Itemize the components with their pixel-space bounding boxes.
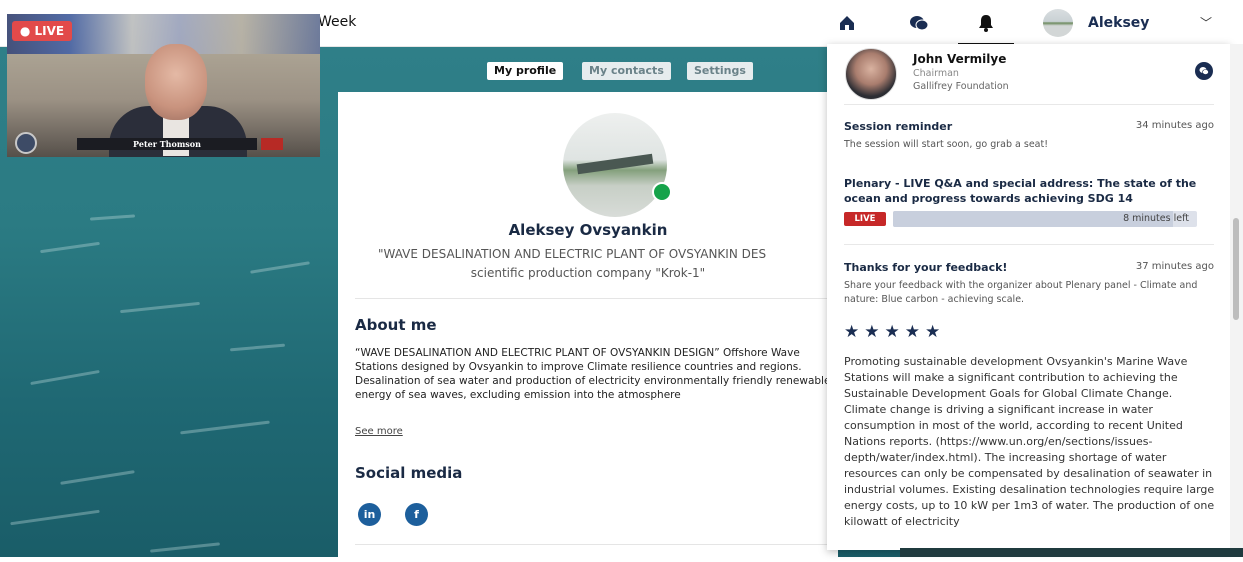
- avatar[interactable]: [1043, 9, 1073, 37]
- feedback-title: Thanks for your feedback!: [844, 261, 1008, 274]
- feedback-body: Share your feedback with the organizer a…: [844, 280, 1198, 305]
- scrollbar-thumb[interactable]: [1233, 218, 1239, 320]
- live-tag: LIVE: [844, 212, 886, 226]
- online-status-indicator: [652, 182, 672, 202]
- tab-my-contacts[interactable]: My contacts: [582, 62, 671, 80]
- contact-name[interactable]: John Vermilye: [913, 52, 1006, 66]
- speaker-nameplate: Peter Thomson: [77, 138, 257, 150]
- social-media-heading: Social media: [355, 464, 463, 482]
- user-name[interactable]: Aleksey: [1088, 15, 1149, 31]
- session-title-link[interactable]: Plenary - LIVE Q&A and special address: …: [844, 176, 1214, 206]
- profile-company: scientific production company "Krok-1": [470, 266, 706, 280]
- home-icon[interactable]: [836, 12, 858, 34]
- notifications-panel: John Vermilye Chairman Gallifrey Foundat…: [827, 44, 1230, 550]
- profile-picture: [563, 113, 667, 217]
- tab-settings[interactable]: Settings: [687, 62, 753, 80]
- session-reminder-body: The session will start soon, go grab a s…: [844, 139, 1049, 150]
- bell-icon[interactable]: [975, 12, 997, 34]
- facebook-icon[interactable]: f: [405, 503, 428, 526]
- live-badge: ● LIVE: [12, 21, 72, 41]
- broadcaster-logo: [261, 138, 283, 150]
- linkedin-icon[interactable]: in: [358, 503, 381, 526]
- feedback-text: Promoting sustainable development Ovsyan…: [844, 355, 1215, 528]
- chat-icon[interactable]: [908, 12, 930, 34]
- tab-my-profile[interactable]: My profile: [487, 62, 564, 80]
- contact-avatar[interactable]: [845, 48, 897, 100]
- profile-name: Aleksey Ovsyankin: [508, 221, 668, 239]
- notification-timestamp: 37 minutes ago: [1135, 261, 1214, 272]
- profile-card: Aleksey Ovsyankin "WAVE DESALINATION AND…: [338, 92, 838, 562]
- contact-role: Chairman: [913, 68, 959, 79]
- time-left-label: 8 minutes left: [1123, 213, 1189, 224]
- about-heading: About me: [355, 316, 437, 334]
- chevron-down-icon[interactable]: ﹀: [1200, 14, 1212, 31]
- notification-timestamp: 34 minutes ago: [1135, 120, 1214, 131]
- session-reminder-title: Session reminder: [844, 120, 953, 133]
- star-rating: ★★★★★: [844, 322, 946, 342]
- profile-job-title: "WAVE DESALINATION AND ELECTRIC PLANT OF…: [378, 247, 767, 261]
- divider: [355, 298, 838, 299]
- session-progress-bar: 8 minutes left: [893, 211, 1197, 227]
- chat-icon[interactable]: [1195, 62, 1213, 80]
- clock-icon: [15, 132, 37, 154]
- event-title: Week: [318, 14, 357, 30]
- contact-organization: Gallifrey Foundation: [913, 81, 1009, 92]
- see-more-link[interactable]: See more: [355, 426, 403, 437]
